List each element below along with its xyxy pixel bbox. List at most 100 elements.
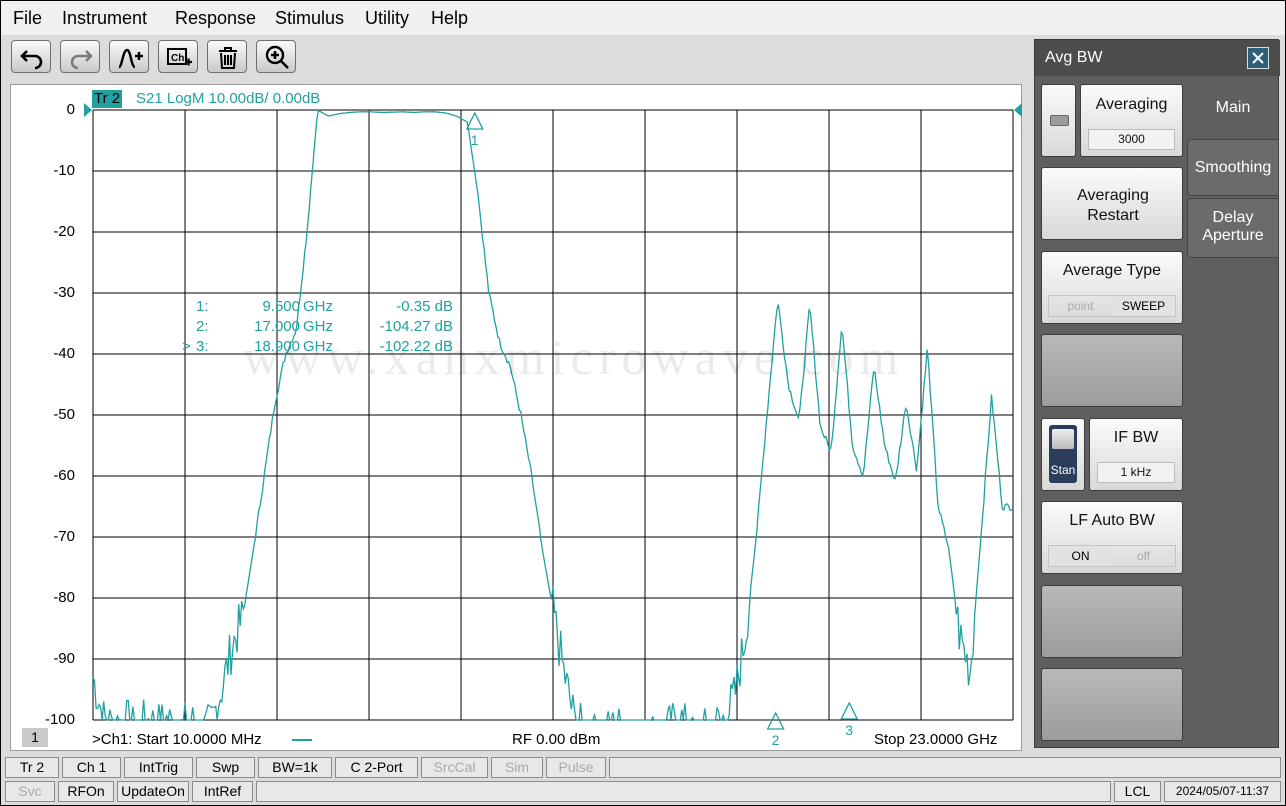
close-button[interactable] <box>1247 47 1269 69</box>
trace-display[interactable]: 1 2 3 www.xahxmicrowave.com Tr 2 S21 LogM … <box>10 84 1022 751</box>
menu-stimulus[interactable]: Stimulus <box>275 8 344 29</box>
ifbw-mode-box: Stan <box>1049 425 1077 483</box>
marker-flag-icon <box>465 111 484 130</box>
empty-softkey <box>1041 334 1183 407</box>
menu-instrument[interactable]: Instrument <box>62 8 147 29</box>
lf-auto-bw-toggle[interactable]: ON off <box>1048 545 1176 567</box>
status-rf-on[interactable]: RFOn <box>58 781 114 802</box>
marker-flag-label: 2 <box>772 732 780 748</box>
marker-flag-icon <box>766 711 785 730</box>
trash-icon <box>219 47 237 69</box>
marker-id: 2: <box>196 318 209 335</box>
menu-bar: File Instrument Response Stimulus Utilit… <box>1 1 1285 35</box>
option-on[interactable]: ON <box>1049 546 1112 566</box>
averaging-restart-button[interactable]: Averaging Restart <box>1041 167 1183 240</box>
menu-file[interactable]: File <box>13 8 42 29</box>
close-icon <box>1252 52 1264 64</box>
zoom-button[interactable] <box>256 40 296 73</box>
marker-flags: 1 2 3 <box>465 111 859 748</box>
marker-prefix: > <box>182 338 191 355</box>
toggle-off-icon <box>1050 115 1069 126</box>
trace-legend-line <box>292 739 312 741</box>
empty-softkey <box>1041 668 1183 741</box>
grid <box>92 109 1014 721</box>
tab-delay-aperture[interactable]: Delay Aperture <box>1187 198 1279 258</box>
status-trace[interactable]: Tr 2 <box>5 757 59 778</box>
option-off[interactable]: off <box>1112 546 1175 566</box>
status-pulse[interactable]: Pulse <box>546 757 606 778</box>
redo-button[interactable] <box>60 40 100 73</box>
undo-icon <box>20 50 43 70</box>
rf-power[interactable]: RF 0.00 dBm <box>512 731 600 749</box>
channel-add-icon: Ch <box>167 48 192 66</box>
marker-freq: 17.000 <box>254 318 300 335</box>
stop-frequency[interactable]: Stop 23.0000 GHz <box>874 731 997 749</box>
status-sweep[interactable]: Swp <box>196 757 255 778</box>
channel-number[interactable]: 1 <box>22 728 48 747</box>
ifbw-mode-label: Stan <box>1050 463 1076 477</box>
option-point[interactable]: point <box>1049 296 1112 316</box>
status-svc[interactable]: Svc <box>5 781 55 802</box>
y-tick-label: -90 <box>53 650 75 667</box>
trace-badge[interactable]: Tr 2 <box>92 90 123 108</box>
start-frequency[interactable]: >Ch1: Start 10.0000 MHz <box>92 731 262 749</box>
averaging-label: Averaging <box>1095 96 1168 113</box>
panel-title: Avg BW <box>1045 49 1103 66</box>
status-empty <box>256 781 1111 802</box>
analyzer-window: File Instrument Response Stimulus Utilit… <box>0 0 1286 806</box>
status-update-on[interactable]: UpdateOn <box>117 781 189 802</box>
status-channel[interactable]: Ch 1 <box>62 757 121 778</box>
averaging-toggle[interactable] <box>1041 84 1076 157</box>
if-bw-button[interactable]: IF BW 1 kHz <box>1089 418 1183 491</box>
average-type-label: Average Type <box>1062 262 1162 279</box>
y-tick-label: -20 <box>53 223 75 240</box>
empty-softkey <box>1041 585 1183 658</box>
add-marker-button[interactable] <box>109 40 149 73</box>
averaging-restart-label: Averaging Restart <box>1077 187 1149 224</box>
y-tick-label: -100 <box>44 711 75 728</box>
marker-add-icon <box>118 48 143 69</box>
lf-auto-bw-label: LF Auto BW <box>1069 512 1155 529</box>
delete-button[interactable] <box>207 40 247 73</box>
tab-smoothing[interactable]: Smoothing <box>1187 139 1279 196</box>
ifbw-mode-button[interactable]: Stan <box>1041 418 1085 491</box>
switch-knob-icon <box>1052 429 1074 449</box>
status-int-ref[interactable]: IntRef <box>192 781 253 802</box>
status-lcl[interactable]: LCL <box>1114 781 1161 802</box>
y-tick-label: -70 <box>53 528 75 545</box>
if-bw-label: IF BW <box>1113 429 1159 446</box>
status-srccal[interactable]: SrcCal <box>421 757 488 778</box>
marker-id: 1: <box>196 298 209 315</box>
y-tick-label: -80 <box>53 589 75 606</box>
y-tick-label: -10 <box>53 162 75 179</box>
marker-freq: 18.900 <box>254 338 300 355</box>
redo-icon <box>70 50 93 70</box>
tab-main[interactable]: Main <box>1187 88 1279 138</box>
menu-help[interactable]: Help <box>431 8 468 29</box>
marker-flag-label: 3 <box>845 722 853 738</box>
marker-freq: 9.500 <box>262 298 300 315</box>
marker-flag-icon <box>840 701 859 720</box>
marker-value: -0.35 dB <box>396 298 453 315</box>
lf-auto-bw-button[interactable]: LF Auto BW ON off <box>1041 501 1183 574</box>
ref-level-right-arrow-icon[interactable] <box>1014 103 1022 117</box>
status-bandwidth[interactable]: BW=1k <box>258 757 332 778</box>
status-trigger[interactable]: IntTrig <box>124 757 193 778</box>
menu-response[interactable]: Response <box>175 8 256 29</box>
ref-level-left-arrow-icon[interactable] <box>84 103 92 117</box>
y-tick-label: -60 <box>53 467 75 484</box>
y-tick-label: -40 <box>53 345 75 362</box>
menu-utility[interactable]: Utility <box>365 8 409 29</box>
status-sim[interactable]: Sim <box>491 757 543 778</box>
option-sweep[interactable]: SWEEP <box>1112 296 1175 316</box>
averaging-button[interactable]: Averaging 3000 <box>1080 84 1183 157</box>
add-channel-button[interactable]: Ch <box>158 40 198 73</box>
trace-title[interactable]: S21 LogM 10.00dB/ 0.00dB <box>136 90 320 108</box>
status-calibration[interactable]: C 2-Port <box>335 757 418 778</box>
average-type-toggle[interactable]: point SWEEP <box>1048 295 1176 317</box>
undo-button[interactable] <box>11 40 51 73</box>
if-bw-value[interactable]: 1 kHz <box>1097 462 1175 483</box>
average-type-button[interactable]: Average Type point SWEEP <box>1041 251 1183 324</box>
marker-value: -104.27 dB <box>379 318 453 335</box>
averaging-value[interactable]: 3000 <box>1088 129 1175 150</box>
